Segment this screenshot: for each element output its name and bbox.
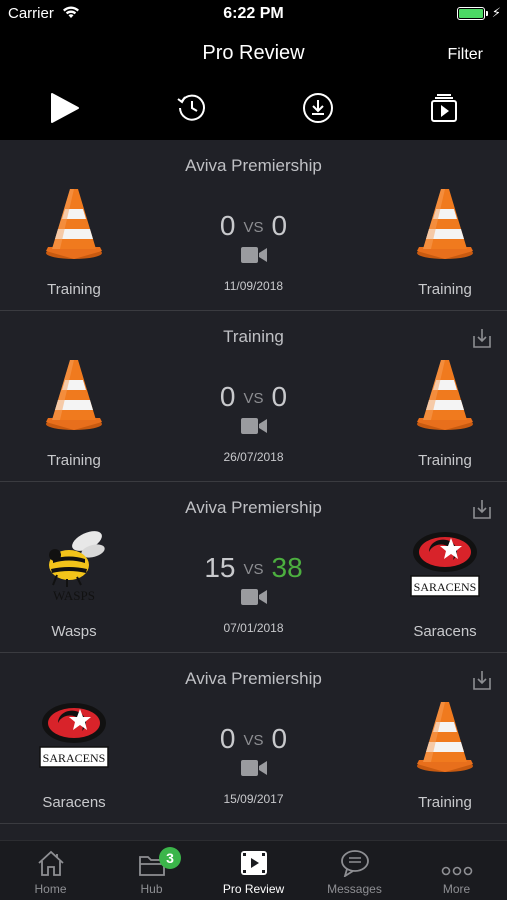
match-card[interactable]: Aviva Premiership Training 0 VS 0 11/09/20… <box>0 140 507 311</box>
league-label: Aviva Premiership <box>185 669 322 688</box>
away-team: Training <box>385 695 505 811</box>
tab-home-label: Home <box>34 882 67 896</box>
tab-more-label: More <box>442 882 471 896</box>
play-icon[interactable] <box>44 88 84 128</box>
tab-pro-review[interactable]: Pro Review <box>203 841 304 900</box>
filter-button[interactable]: Filter <box>447 46 483 64</box>
video-camera-icon <box>241 588 267 611</box>
home-score: 0 <box>219 381 236 412</box>
away-score: 0 <box>271 381 288 412</box>
home-score: 15 <box>204 552 236 583</box>
match-list[interactable]: Aviva Premiership Training 0 VS 0 11/09/20… <box>0 140 507 840</box>
wasps-wordmark: WASPS <box>53 588 95 603</box>
tab-more[interactable]: More <box>406 841 507 900</box>
hub-badge: 3 <box>159 847 181 869</box>
video-camera-icon <box>241 417 267 440</box>
battery-icon <box>457 7 485 20</box>
vs-label: VS <box>243 219 264 236</box>
match-card[interactable]: Training Training 0 VS 0 26/07/2018 Traini… <box>0 311 507 482</box>
tab-hub-label: Hub <box>140 882 163 896</box>
away-team: Training <box>385 353 505 469</box>
away-team-name: Training <box>418 281 472 298</box>
film-icon <box>203 841 304 879</box>
status-bar: Carrier 6:22 PM ⚡ <box>0 0 507 28</box>
saracens-wordmark: SARACENS <box>414 580 477 594</box>
history-icon[interactable] <box>172 88 212 128</box>
away-score: 0 <box>271 210 288 241</box>
away-team-name: Training <box>418 794 472 811</box>
download-icon[interactable] <box>298 88 338 128</box>
league-label: Aviva Premiership <box>185 498 322 517</box>
away-team-name: Saracens <box>413 623 477 640</box>
vs-label: VS <box>243 390 264 407</box>
cone-icon <box>385 695 505 777</box>
page-title: Pro Review <box>202 42 305 64</box>
folder-icon <box>101 841 202 879</box>
league-label: Training <box>223 327 284 346</box>
saracens-logo: SARACENS <box>385 524 505 606</box>
download-icon[interactable] <box>471 327 493 354</box>
tab-home[interactable]: Home <box>0 841 101 900</box>
video-camera-icon <box>241 246 267 269</box>
home-score: 0 <box>219 723 236 754</box>
away-team: SARACENS Saracens <box>385 524 505 640</box>
clock: 6:22 PM <box>223 5 284 22</box>
home-icon <box>0 841 101 879</box>
match-card-partial[interactable] <box>0 824 507 840</box>
cone-icon <box>385 353 505 435</box>
match-card[interactable]: Aviva Premiership SARACENS Saracens 0 VS 0… <box>0 653 507 824</box>
tab-bar: Home 3 Hub Pro Review Messages More <box>0 840 507 900</box>
cone-icon <box>385 182 505 264</box>
league-label: Aviva Premiership <box>185 156 322 175</box>
vs-label: VS <box>243 561 264 578</box>
away-score: 38 <box>271 552 303 583</box>
download-icon[interactable] <box>471 498 493 525</box>
tab-pro-review-label: Pro Review <box>222 882 285 896</box>
review-toolbar <box>0 78 507 140</box>
chat-bubble-icon <box>304 841 405 879</box>
away-team-name: Training <box>418 452 472 469</box>
match-card[interactable]: Aviva Premiership WASPS Wasps 15 VS 38 07/… <box>0 482 507 653</box>
tab-messages[interactable]: Messages <box>304 841 405 900</box>
video-camera-icon <box>241 759 267 782</box>
tab-messages-label: Messages <box>327 882 382 896</box>
charging-icon: ⚡ <box>491 5 501 20</box>
download-icon[interactable] <box>471 669 493 696</box>
away-score: 0 <box>271 723 288 754</box>
more-dots-icon <box>406 841 507 879</box>
vs-label: VS <box>243 732 264 749</box>
away-team: Training <box>385 182 505 298</box>
playlist-icon[interactable] <box>424 88 464 128</box>
navigation-bar: Pro Review Filter <box>0 28 507 78</box>
tab-hub[interactable]: 3 Hub <box>101 841 202 900</box>
home-score: 0 <box>219 210 236 241</box>
battery-tip <box>486 11 488 16</box>
